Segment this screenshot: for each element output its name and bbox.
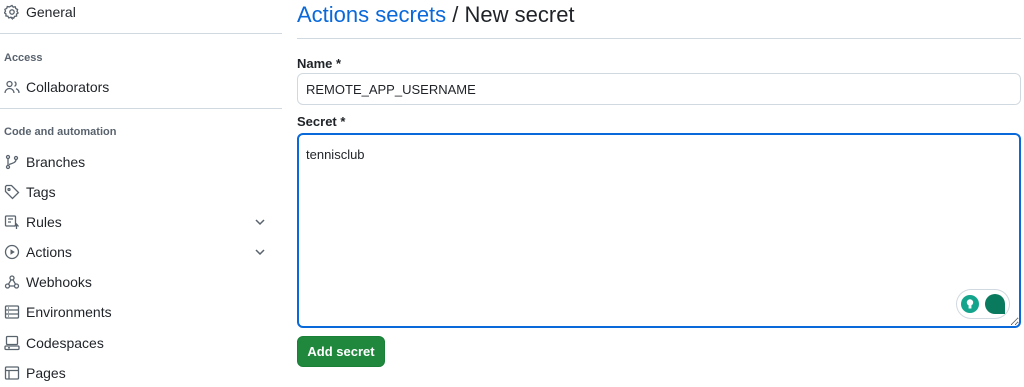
secret-value-textarea[interactable]: tennisclub (297, 133, 1021, 328)
webhook-icon (4, 274, 20, 290)
server-icon (4, 304, 20, 320)
tag-icon (4, 184, 20, 200)
settings-sidebar: General Access Collaborators Code and au… (0, 0, 282, 383)
secret-label: Secret * (297, 114, 346, 129)
breadcrumb-separator: / (446, 2, 465, 27)
browser-icon (4, 365, 20, 381)
name-label: Name * (297, 56, 342, 71)
new-secret-form: Actions secrets / New secret Name * Secr… (297, 0, 1021, 383)
add-secret-button[interactable]: Add secret (297, 336, 385, 367)
sidebar-item-label: General (26, 4, 76, 20)
secret-name-input[interactable] (297, 73, 1021, 105)
sidebar-item-label: Collaborators (26, 79, 110, 95)
git-branch-icon (4, 154, 20, 170)
sidebar-item-codespaces[interactable]: Codespaces (4, 329, 274, 357)
grammar-assistant-widget[interactable] (957, 290, 1009, 318)
codespaces-icon (4, 335, 20, 351)
gear-icon (4, 4, 20, 20)
sidebar-item-rules[interactable]: Rules (4, 208, 274, 236)
sidebar-divider (0, 33, 282, 34)
page-title: Actions secrets / New secret (297, 2, 575, 28)
section-label-code-automation: Code and automation (4, 126, 117, 138)
sidebar-divider (0, 108, 282, 109)
sidebar-item-environments[interactable]: Environments (4, 298, 274, 326)
sidebar-item-label: Tags (26, 184, 56, 200)
breadcrumb-actions-secrets-link[interactable]: Actions secrets (297, 2, 446, 27)
section-label-access: Access (4, 52, 43, 64)
title-divider (297, 38, 1021, 39)
chevron-down-icon[interactable] (252, 244, 268, 260)
rules-icon (4, 214, 20, 230)
sidebar-item-tags[interactable]: Tags (4, 178, 274, 206)
chevron-down-icon[interactable] (252, 214, 268, 230)
people-icon (4, 79, 20, 95)
play-icon (4, 244, 20, 260)
page-title-text: New secret (464, 2, 575, 27)
sidebar-item-label: Actions (26, 244, 72, 260)
sidebar-item-actions[interactable]: Actions (4, 238, 274, 266)
grammarly-icon (984, 294, 1005, 314)
sidebar-item-general[interactable]: General (4, 0, 274, 26)
sidebar-item-webhooks[interactable]: Webhooks (4, 268, 274, 296)
sidebar-item-label: Webhooks (26, 274, 92, 290)
sidebar-item-label: Branches (26, 154, 86, 170)
sidebar-item-label: Codespaces (26, 335, 104, 351)
sidebar-item-branches[interactable]: Branches (4, 148, 274, 176)
sidebar-item-label: Pages (26, 365, 66, 381)
sidebar-item-label: Rules (26, 214, 62, 230)
sidebar-item-label: Environments (26, 304, 112, 320)
lightbulb-icon (960, 295, 979, 313)
sidebar-item-collaborators[interactable]: Collaborators (4, 73, 274, 101)
